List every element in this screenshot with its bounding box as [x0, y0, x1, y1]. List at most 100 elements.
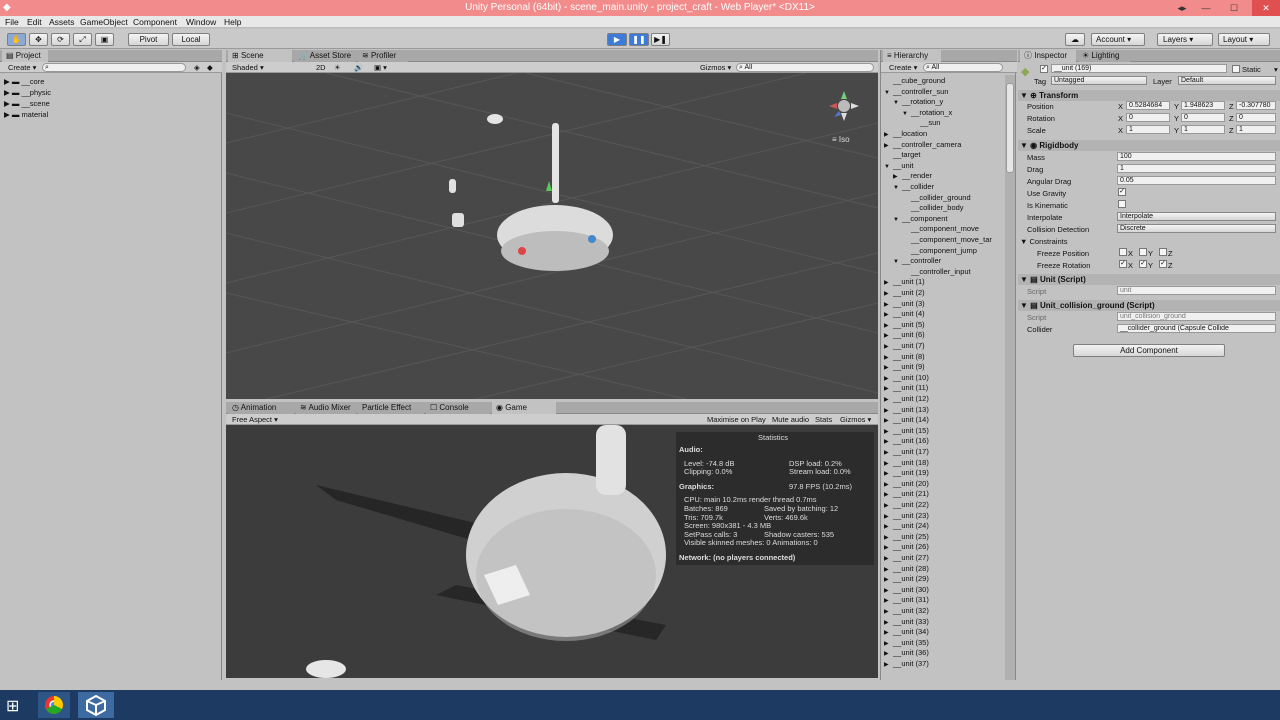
mass-field[interactable]: 100	[1117, 152, 1276, 161]
transform-header[interactable]: ▼ ⊕ Transform	[1018, 90, 1280, 101]
hierarchy-item[interactable]: ▶ __unit (25)	[884, 532, 929, 541]
pause-button[interactable]: ❚❚	[629, 33, 649, 46]
menu-file[interactable]: File	[5, 17, 19, 27]
foldout-arrow-icon[interactable]: ▼	[1020, 141, 1028, 150]
hierarchy-item[interactable]: ▼ __controller	[893, 256, 941, 265]
menu-assets[interactable]: Assets	[49, 17, 75, 27]
hierarchy-item[interactable]: ▶ __unit (31)	[884, 595, 929, 604]
collapsed-arrow-icon[interactable]: ▶	[893, 173, 902, 180]
hierarchy-item[interactable]: ▼ __rotation_x	[902, 108, 952, 117]
freeze-rotation-x-checkbox[interactable]: ✓	[1119, 260, 1127, 268]
tab-particle-effect[interactable]: Particle Effect	[358, 402, 424, 414]
project-search-input[interactable]: ⌕	[42, 63, 186, 72]
scene-view[interactable]: ≡ Iso	[226, 73, 878, 399]
hierarchy-item[interactable]: ▶ __unit (15)	[884, 426, 929, 435]
expanded-arrow-icon[interactable]: ▼	[884, 90, 893, 96]
chrome-taskbar-icon[interactable]	[38, 692, 70, 718]
foldout-arrow-icon[interactable]: ▼	[1020, 275, 1028, 284]
collapsed-arrow-icon[interactable]: ▶	[884, 407, 893, 414]
position-z-field[interactable]: -0.307780	[1236, 101, 1276, 110]
static-dropdown-icon[interactable]: ▾	[1274, 65, 1278, 74]
collapsed-arrow-icon[interactable]: ▶	[884, 428, 893, 435]
account-dropdown[interactable]: Account ▾	[1091, 33, 1145, 46]
use-gravity-checkbox[interactable]: ✓	[1118, 188, 1126, 196]
game-gizmos-dropdown[interactable]: Gizmos ▾	[840, 415, 871, 424]
hierarchy-item[interactable]: ▶ __unit (34)	[884, 627, 929, 636]
tab-audio-mixer[interactable]: ≋ Audio Mixer	[296, 402, 356, 414]
project-folder[interactable]: ▶ ▬ __physic	[4, 88, 51, 97]
collapsed-arrow-icon[interactable]: ▶	[884, 629, 893, 636]
scale-tool-icon[interactable]: ⤢	[73, 33, 92, 46]
layers-dropdown[interactable]: Layers ▾	[1157, 33, 1213, 46]
hierarchy-item[interactable]: ▶ __unit (21)	[884, 489, 929, 498]
hierarchy-item[interactable]: __component_jump	[902, 246, 977, 255]
tab-console[interactable]: ☐ Console	[426, 402, 490, 414]
filter-type-icon[interactable]: ◈	[194, 63, 200, 72]
collapsed-arrow-icon[interactable]: ▶	[884, 608, 893, 615]
collapsed-arrow-icon[interactable]: ▶	[884, 131, 893, 138]
menu-edit[interactable]: Edit	[27, 17, 42, 27]
collapsed-arrow-icon[interactable]: ▶	[884, 322, 893, 329]
hierarchy-item[interactable]: ▶ __unit (23)	[884, 511, 929, 520]
collapsed-arrow-icon[interactable]: ▶	[884, 619, 893, 626]
windows-start-icon[interactable]: ⊞	[6, 696, 19, 716]
collapsed-arrow-icon[interactable]: ▶	[884, 566, 893, 573]
hierarchy-item[interactable]: ▶ __unit (18)	[884, 458, 929, 467]
hierarchy-item[interactable]: ▶ __unit (17)	[884, 447, 929, 456]
hierarchy-item[interactable]: ▶ __unit (37)	[884, 659, 929, 668]
stats-toggle[interactable]: Stats	[815, 415, 832, 424]
rotate-tool-icon[interactable]: ⟳	[51, 33, 70, 46]
collision-detection-dropdown[interactable]: Discrete	[1117, 224, 1276, 233]
hierarchy-item[interactable]: ▶ __unit (7)	[884, 341, 925, 350]
hierarchy-item[interactable]: ▶ __unit (29)	[884, 574, 929, 583]
hierarchy-item[interactable]: ▶ __unit (20)	[884, 479, 929, 488]
menu-gameobject[interactable]: GameObject	[80, 17, 128, 27]
pivot-button[interactable]: Pivot	[128, 33, 169, 46]
collapsed-arrow-icon[interactable]: ▶	[884, 332, 893, 339]
hierarchy-item[interactable]: ▶ __unit (5)	[884, 320, 925, 329]
effects-toggle-icon[interactable]: ▣ ▾	[374, 63, 387, 72]
menu-component[interactable]: Component	[133, 17, 177, 27]
freeze-rotation-y-checkbox[interactable]: ✓	[1139, 260, 1147, 268]
project-folder[interactable]: ▶ ▬ __scene	[4, 99, 50, 108]
add-component-button[interactable]: Add Component	[1073, 344, 1225, 357]
hierarchy-item[interactable]: ▼ __rotation_y	[893, 97, 943, 106]
hand-tool-icon[interactable]: ✋	[7, 33, 26, 46]
mute-audio-toggle[interactable]: Mute audio	[772, 415, 809, 424]
is-kinematic-checkbox[interactable]	[1118, 200, 1126, 208]
hierarchy-search-input[interactable]: ⌕ All	[923, 63, 1003, 72]
hierarchy-item[interactable]: ▶ __unit (11)	[884, 383, 928, 392]
collapsed-arrow-icon[interactable]: ▶	[884, 279, 893, 286]
hierarchy-item[interactable]: ▶ __unit (10)	[884, 373, 929, 382]
tab-lighting[interactable]: ☀ Lighting	[1078, 50, 1130, 62]
project-folder[interactable]: ▶ ▬ __core	[4, 77, 44, 86]
hierarchy-item[interactable]: __cube_ground	[884, 76, 945, 85]
collapsed-arrow-icon[interactable]: ▶	[884, 597, 893, 604]
tab-inspector[interactable]: ⓘ Inspector	[1020, 50, 1076, 62]
hierarchy-item[interactable]: __sun	[911, 118, 940, 127]
scene-viewport-svg[interactable]	[226, 73, 878, 399]
scale-z-field[interactable]: 1	[1236, 125, 1276, 134]
position-y-field[interactable]: 1.948623	[1181, 101, 1225, 110]
unity-taskbar-icon[interactable]	[78, 692, 114, 718]
collapsed-arrow-icon[interactable]: ▶	[884, 661, 893, 668]
scene-search-input[interactable]: ⌕ All	[736, 63, 874, 72]
lighting-toggle-icon[interactable]: ☀	[334, 63, 341, 72]
move-tool-icon[interactable]: ✥	[29, 33, 48, 46]
minimize-button[interactable]: —	[1196, 0, 1216, 16]
unit-script-header[interactable]: ▼ ▤ Unit (Script)	[1018, 274, 1280, 285]
unit-script-field[interactable]: unit	[1117, 286, 1276, 295]
menu-window[interactable]: Window	[186, 17, 216, 27]
expanded-arrow-icon[interactable]: ▼	[893, 100, 902, 106]
hierarchy-item[interactable]: ▶ __unit (1)	[884, 277, 925, 286]
collapsed-arrow-icon[interactable]: ▶	[884, 470, 893, 477]
collapsed-arrow-icon[interactable]: ▶	[884, 587, 893, 594]
hierarchy-item[interactable]: ▶ __unit (19)	[884, 468, 929, 477]
scene-orientation-gizmo-icon[interactable]	[829, 91, 859, 121]
collapsed-arrow-icon[interactable]: ▶	[884, 576, 893, 583]
collapsed-arrow-icon[interactable]: ▶	[884, 417, 893, 424]
hierarchy-item[interactable]: ▶ __unit (2)	[884, 288, 925, 297]
hierarchy-item[interactable]: __controller_input	[902, 267, 971, 276]
layer-dropdown[interactable]: Default	[1178, 76, 1276, 85]
foldout-arrow-icon[interactable]: ▼	[1020, 91, 1028, 100]
